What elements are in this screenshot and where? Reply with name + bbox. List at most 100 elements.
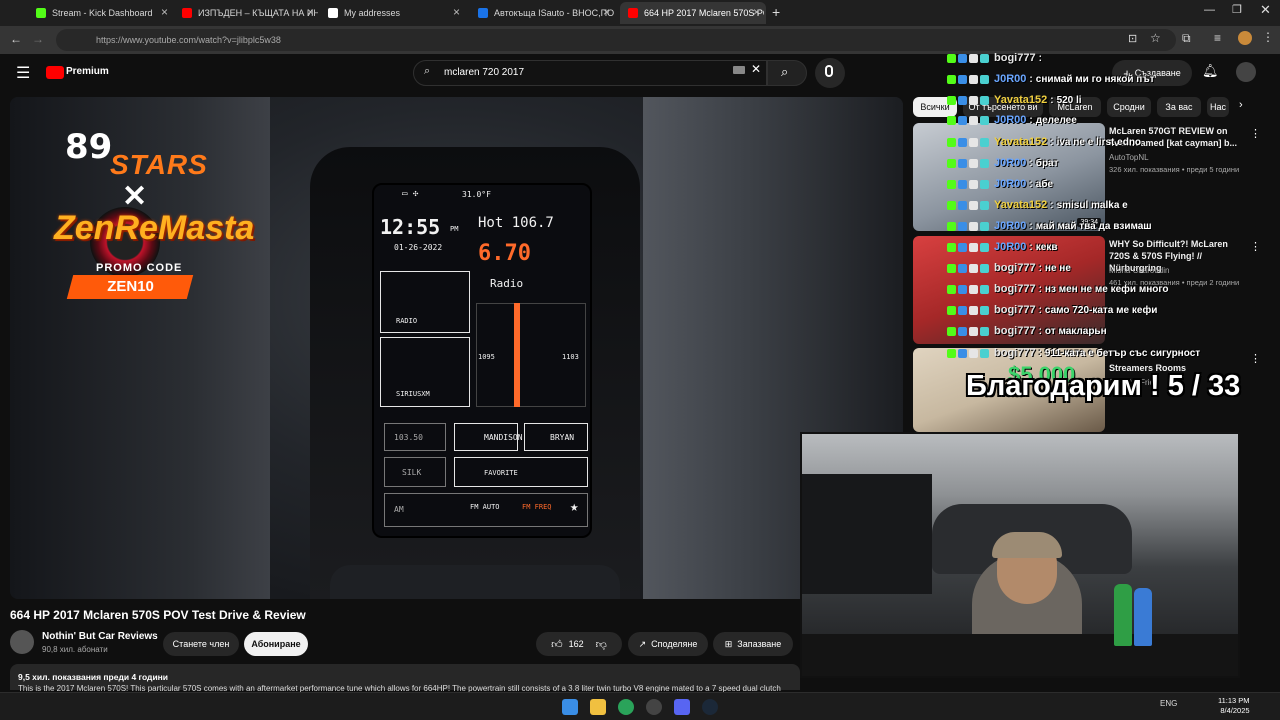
recommendation-channel[interactable]: Misha Charoudin bbox=[1109, 266, 1169, 275]
chat-badge-icon bbox=[947, 95, 956, 105]
chat-message: bogi777: само 720-ката ме кефи bbox=[947, 302, 1157, 318]
chat-badge-icon bbox=[958, 348, 967, 358]
youtube-logo-text[interactable]: Premium bbox=[66, 66, 109, 77]
chat-text: кекв bbox=[1035, 241, 1058, 253]
chat-separator: : bbox=[1050, 199, 1054, 211]
chat-separator: : bbox=[1038, 325, 1042, 337]
close-tab-icon[interactable]: × bbox=[453, 5, 460, 19]
chat-badge-icon bbox=[980, 137, 989, 147]
chat-badge-icon bbox=[947, 74, 956, 84]
close-tab-icon[interactable]: × bbox=[307, 5, 314, 19]
start-windows-icon[interactable] bbox=[562, 699, 578, 715]
chat-message: J0R00: май май тва да взимаш bbox=[947, 218, 1152, 234]
subscribe-button[interactable]: Абониране bbox=[244, 632, 308, 656]
chat-text: делелее bbox=[1035, 114, 1077, 126]
chat-username: Yavata152 bbox=[994, 94, 1048, 106]
views-and-date: 9,5 хил. показвания преди 4 години bbox=[18, 672, 169, 682]
chevron-right-icon[interactable]: › bbox=[1239, 99, 1243, 111]
channel-avatar[interactable] bbox=[10, 630, 34, 654]
close-tab-icon[interactable]: × bbox=[753, 5, 760, 19]
obs-icon[interactable] bbox=[646, 699, 662, 715]
channel-name[interactable]: Nothin' But Car Reviews bbox=[42, 631, 158, 642]
more-actions-icon[interactable]: ⋮ bbox=[1250, 127, 1261, 140]
recommendation-channel[interactable]: AutoTopNL bbox=[1109, 153, 1149, 162]
profile-avatar[interactable] bbox=[1238, 31, 1252, 45]
cast-icon[interactable]: ⊡ bbox=[1128, 32, 1137, 45]
tab-mclaren-video[interactable]: 664 HP 2017 Mclaren 570S POV × bbox=[620, 2, 766, 24]
tab-youtube-house[interactable]: ИЗПЪДЕН – КЪЩАТА НА ИНО × bbox=[174, 2, 320, 24]
video-player[interactable]: ▭ ✣ 31.0°F 12:55 PM Hot 106.7 01-26-2022… bbox=[10, 97, 903, 599]
join-button[interactable]: Станете член bbox=[163, 632, 239, 656]
forward-icon[interactable]: → bbox=[32, 32, 44, 46]
chat-badge-icon bbox=[980, 263, 989, 273]
hamburger-menu-icon[interactable]: ☰ bbox=[16, 63, 30, 83]
thumbs-up-icon[interactable]: 👍︎ bbox=[551, 638, 563, 651]
taskbar-clock[interactable]: 11:13 PM 8/4/2025 bbox=[1218, 696, 1250, 716]
screen-ampm: PM bbox=[450, 225, 459, 233]
chrome-icon[interactable] bbox=[618, 699, 634, 715]
notifications-bell-icon[interactable]: 🔔︎ bbox=[1202, 63, 1219, 79]
tab-label: My addresses bbox=[344, 8, 401, 18]
chat-text: 520 li bbox=[1056, 94, 1082, 106]
search-input[interactable]: mclaren 720 2017 bbox=[413, 60, 767, 86]
menu-kebab-icon[interactable]: ⋮ bbox=[1262, 30, 1274, 44]
more-actions-icon[interactable]: ⋮ bbox=[1250, 240, 1261, 253]
youtube-logo-icon[interactable] bbox=[46, 66, 64, 79]
new-tab-button[interactable]: + bbox=[772, 4, 780, 20]
favorite-presets bbox=[454, 457, 588, 487]
chip-more[interactable]: Нас bbox=[1207, 97, 1229, 117]
like-count[interactable]: 162 bbox=[569, 639, 584, 649]
tab-isauto[interactable]: Автокъща ISauto - ВНОС,ПО × bbox=[470, 2, 616, 24]
chat-message: J0R00: абе bbox=[947, 176, 1053, 192]
maximize-icon[interactable]: ❐ bbox=[1232, 3, 1242, 16]
search-button[interactable]: ⌕ bbox=[767, 60, 807, 86]
tabs-search-icon[interactable]: ≡ bbox=[1214, 31, 1221, 45]
screen-station: Hot 106.7 bbox=[478, 215, 554, 231]
voice-search-button[interactable] bbox=[815, 58, 845, 88]
account-avatar[interactable] bbox=[1236, 62, 1256, 82]
tab-my-addresses[interactable]: My addresses × bbox=[320, 2, 466, 24]
chat-message: Yavata152: iva ne e lirst edno bbox=[947, 134, 1141, 150]
chat-badge-icon bbox=[958, 326, 967, 336]
minimize-icon[interactable]: — bbox=[1204, 4, 1215, 16]
chat-username: J0R00 bbox=[994, 157, 1027, 169]
more-actions-icon[interactable]: ⋮ bbox=[1250, 352, 1261, 365]
chat-badge-icon bbox=[980, 115, 989, 125]
bookmark-star-icon[interactable]: ☆ bbox=[1150, 31, 1161, 45]
keyboard-icon[interactable] bbox=[733, 66, 745, 74]
url-field[interactable]: https://www.youtube.com/watch?v=jlibplc5… bbox=[56, 29, 1176, 51]
tab-label: ИЗПЪДЕН – КЪЩАТА НА ИНО bbox=[198, 8, 318, 18]
share-button[interactable]: ↗ Споделяне bbox=[628, 632, 708, 656]
chat-username: Yavata152 bbox=[994, 136, 1048, 148]
chip-for-you[interactable]: За вас bbox=[1157, 97, 1201, 117]
youtube-icon bbox=[628, 8, 638, 18]
discord-icon[interactable] bbox=[674, 699, 690, 715]
steam-icon[interactable] bbox=[702, 699, 718, 715]
chat-text: не не bbox=[1044, 262, 1071, 274]
radio-tile bbox=[380, 271, 470, 333]
thumbs-down-icon[interactable]: 👎︎ bbox=[596, 638, 607, 651]
chat-message: bogi777: не не bbox=[947, 260, 1071, 276]
chat-badge-icon bbox=[969, 179, 978, 189]
back-icon[interactable]: ← bbox=[10, 32, 22, 46]
chat-username: bogi777 bbox=[994, 52, 1036, 64]
tab-kick-dashboard[interactable]: Stream - Kick Dashboard × bbox=[28, 2, 174, 24]
save-button[interactable]: ⊞ Запазване bbox=[713, 632, 793, 656]
extensions-icon[interactable]: ⧉ bbox=[1182, 31, 1191, 46]
chip-related[interactable]: Сродни bbox=[1107, 97, 1151, 117]
windows-taskbar: ENG 11:13 PM 8/4/2025 bbox=[0, 692, 1280, 720]
chat-badge-icon bbox=[958, 158, 967, 168]
system-tray-language[interactable]: ENG bbox=[1160, 699, 1177, 708]
close-tab-icon[interactable]: × bbox=[603, 5, 610, 19]
chat-badge-icon bbox=[969, 221, 978, 231]
chat-badge-icon bbox=[958, 284, 967, 294]
file-explorer-icon[interactable] bbox=[590, 699, 606, 715]
chat-badge-icon bbox=[947, 158, 956, 168]
clear-search-icon[interactable]: ✕ bbox=[751, 62, 761, 76]
favorite-star-icon: ★ bbox=[570, 499, 579, 515]
close-window-icon[interactable]: ✕ bbox=[1260, 2, 1271, 18]
chat-badge-icon bbox=[958, 115, 967, 125]
video-title: 664 HP 2017 Mclaren 570S POV Test Drive … bbox=[10, 608, 306, 622]
close-tab-icon[interactable]: × bbox=[161, 5, 168, 19]
save-label: Запазване bbox=[737, 639, 782, 649]
